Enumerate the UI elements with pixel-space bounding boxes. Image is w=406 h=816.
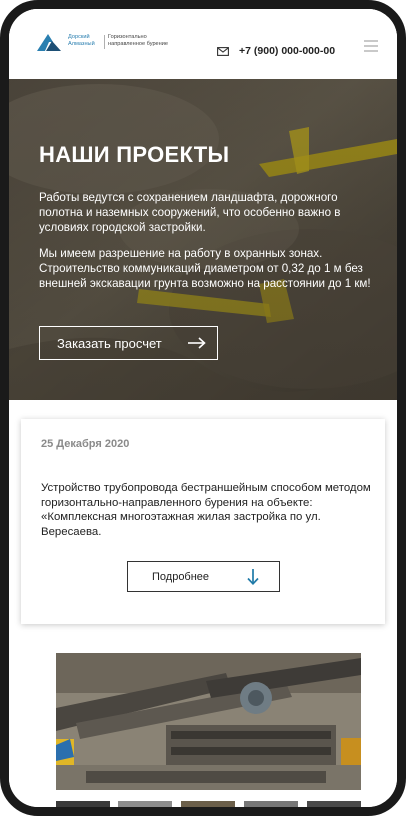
gallery-thumbnail[interactable] <box>181 801 235 807</box>
gallery-thumbnail[interactable] <box>56 801 110 807</box>
hamburger-menu-icon[interactable] <box>364 40 378 52</box>
phone-number: +7 (900) 000-000-00 <box>239 45 336 57</box>
project-photo[interactable] <box>56 653 361 790</box>
phone-link[interactable]: +7 (900) 000-000-00 <box>217 44 335 58</box>
news-card: 25 Декабря 2020 Устройство трубопровода … <box>21 419 385 624</box>
site-header: Дорский Алмазный Горизонтально направлен… <box>9 9 397 79</box>
mail-icon <box>217 46 229 56</box>
order-estimate-button[interactable]: Заказать просчет <box>39 326 218 360</box>
hero-paragraph-1: Работы ведутся с сохранением ландшафта, … <box>39 191 341 234</box>
phone-frame: Дорский Алмазный Горизонтально направлен… <box>0 0 406 816</box>
gallery-thumbnail[interactable] <box>244 801 298 807</box>
logo-tagline: Горизонтально направленное бурение <box>108 34 168 47</box>
logo-name: Дорский Алмазный <box>68 34 95 47</box>
drilling-rig-image <box>56 653 361 790</box>
news-text: Устройство трубопровода бестраншейным сп… <box>41 482 371 539</box>
logo-mountain-icon <box>37 34 61 51</box>
read-more-button[interactable]: Подробнее <box>127 561 280 592</box>
news-date: 25 Декабря 2020 <box>41 438 130 450</box>
screen: Дорский Алмазный Горизонтально направлен… <box>9 9 397 807</box>
arrow-right-icon <box>188 337 206 349</box>
hero-section: НАШИ ПРОЕКТЫ Работы ведутся с сохранение… <box>9 79 397 400</box>
hero-paragraph-2: Мы имеем разрешение на работу в охранных… <box>39 247 371 290</box>
gallery-thumbnail[interactable] <box>118 801 172 807</box>
gallery-thumbnail[interactable] <box>307 801 361 807</box>
logo-divider <box>104 35 105 49</box>
logo[interactable]: Дорский Алмазный Горизонтально направлен… <box>37 31 177 61</box>
arrow-down-icon <box>247 569 259 585</box>
read-more-label: Подробнее <box>152 570 210 583</box>
hero-title: НАШИ ПРОЕКТЫ <box>39 142 230 167</box>
order-estimate-label: Заказать просчет <box>57 335 162 351</box>
